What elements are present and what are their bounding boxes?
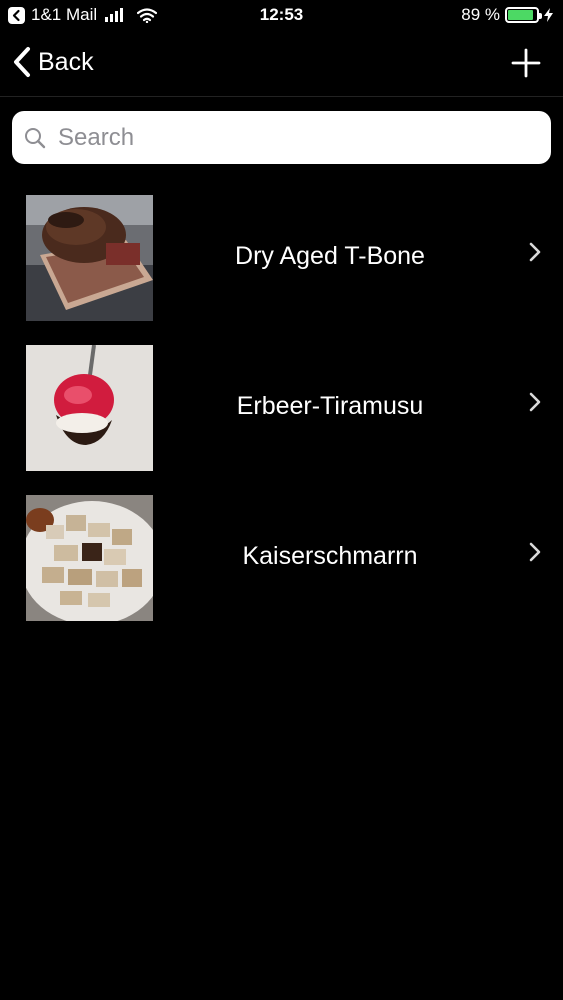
list-item-erbeer-tiramusu[interactable]: Erbeer-Tiramusu <box>0 330 563 480</box>
charging-bolt-icon <box>544 8 553 22</box>
kaiserschmarrn-photo <box>26 495 153 621</box>
search-bar[interactable] <box>12 111 551 164</box>
search-icon <box>25 127 46 148</box>
battery-percent: 89 % <box>461 5 500 24</box>
chevron-left-icon <box>14 47 30 77</box>
chevron-right-icon <box>529 542 541 562</box>
navigation-bar: Back <box>0 32 563 97</box>
list-item-label: Erbeer-Tiramusu <box>236 392 424 420</box>
battery-cap <box>539 13 542 19</box>
status-bar: 1&1 Mail 12:53 89 % <box>0 0 563 32</box>
recipe-list: Dry Aged T-Bone Erbeer-Tiramusu Kaisersc… <box>0 180 563 630</box>
list-item-label: Dry Aged T-Bone <box>235 242 425 270</box>
list-item-label: Kaiserschmarrn <box>242 542 418 570</box>
chevron-right-icon <box>529 392 541 412</box>
tiramisu-spoon-photo <box>26 345 153 471</box>
status-right: 89 % <box>461 5 553 25</box>
battery-fill <box>508 10 533 20</box>
steak-photo <box>26 195 153 321</box>
back-label: Back <box>38 47 94 76</box>
plus-icon[interactable] <box>511 48 541 78</box>
back-button[interactable]: Back <box>12 46 94 78</box>
list-item-dry-aged-t-bone[interactable]: Dry Aged T-Bone <box>0 180 563 330</box>
chevron-right-icon <box>529 242 541 262</box>
battery-icon <box>505 7 542 23</box>
list-item-kaiserschmarrn[interactable]: Kaiserschmarrn <box>0 480 563 630</box>
search-input[interactable] <box>56 122 530 153</box>
